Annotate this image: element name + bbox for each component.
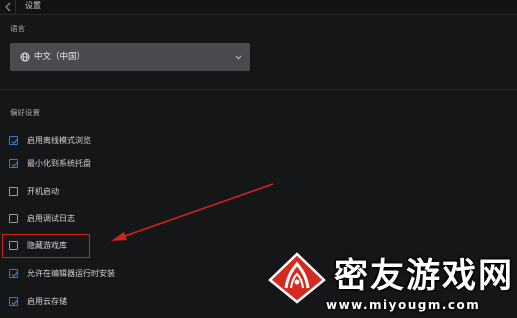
site-logo-icon [268, 252, 326, 304]
watermark: 密友游戏网 www.miyougm.com [262, 252, 517, 318]
watermark-url: www.miyougm.com [326, 298, 481, 312]
watermark-brand: 密友游戏网 [334, 256, 514, 296]
